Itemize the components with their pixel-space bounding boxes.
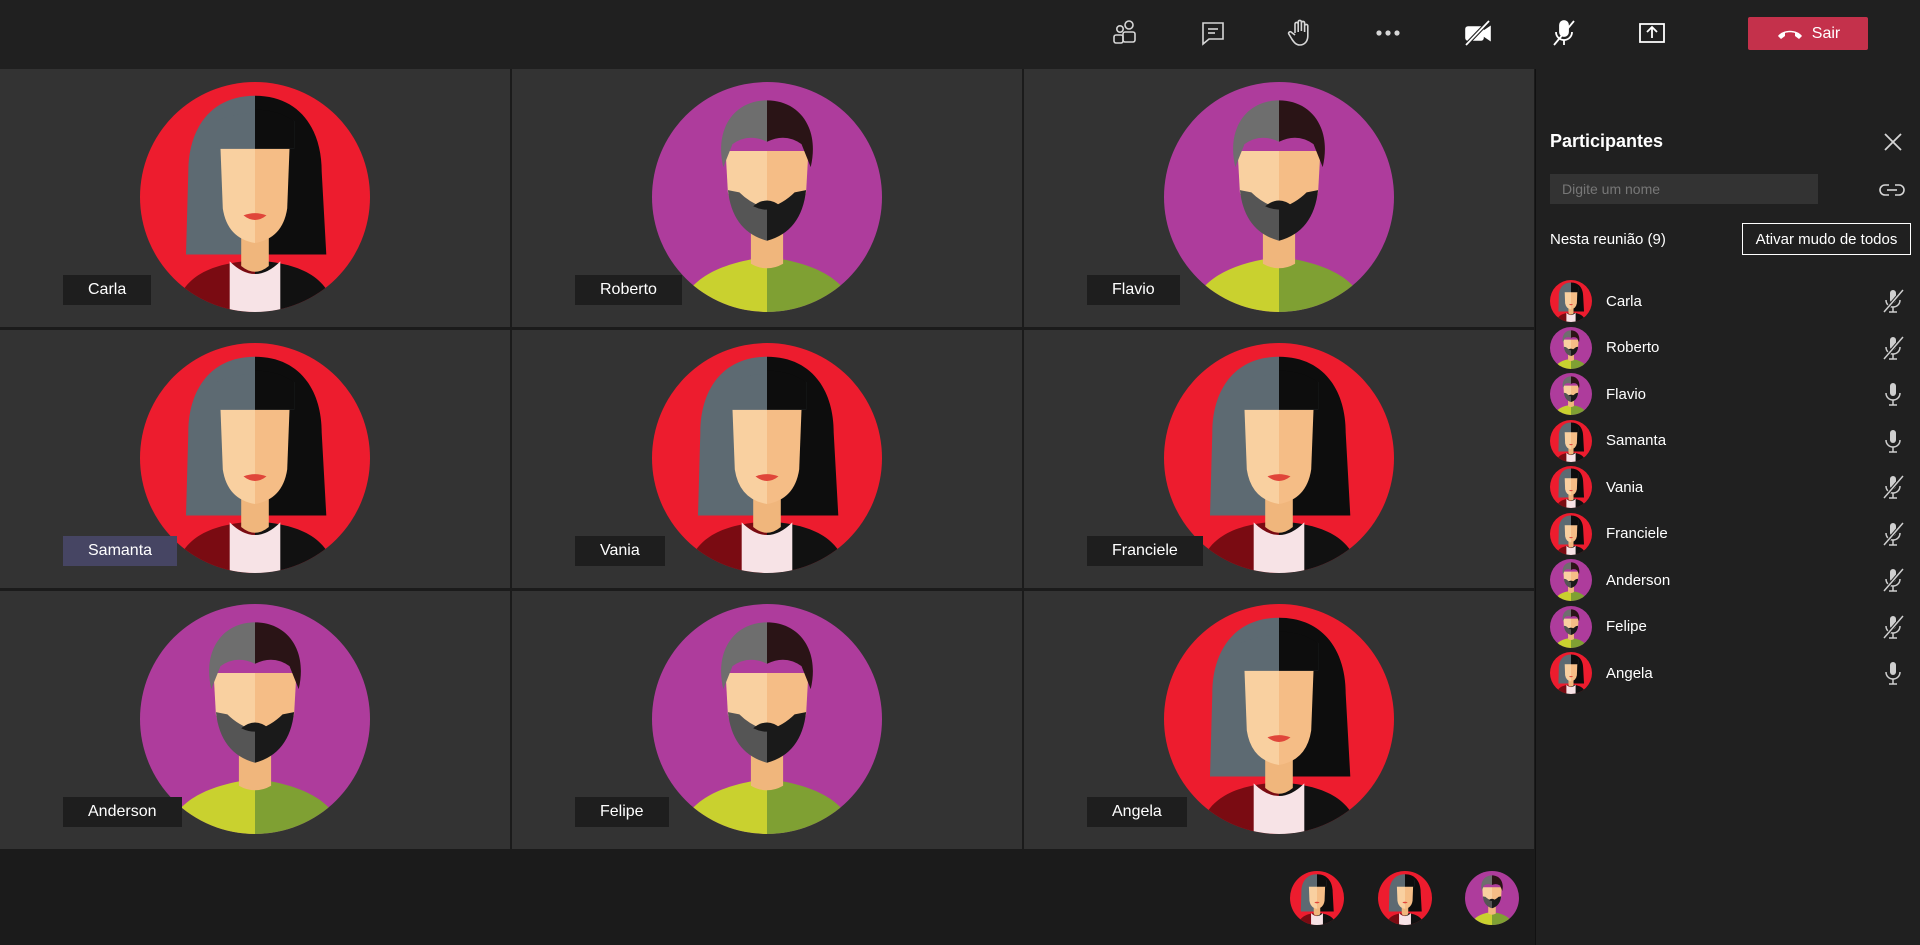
- mic-muted-icon[interactable]: [1879, 287, 1907, 315]
- avatar: [1550, 373, 1592, 416]
- participant-name: Samanta: [1606, 432, 1667, 450]
- participant-row[interactable]: Samanta: [1536, 418, 1920, 465]
- chat-icon[interactable]: [1193, 13, 1233, 53]
- avatar: [652, 343, 882, 573]
- participant-name-tag: Angela: [1087, 797, 1187, 827]
- leave-button-label: Sair: [1811, 24, 1841, 42]
- participants-icon[interactable]: [1105, 13, 1145, 53]
- participant-list: Carla Roberto Flavio Samanta Vania Franc…: [1536, 278, 1920, 697]
- participant-search-input[interactable]: [1550, 174, 1818, 204]
- close-icon[interactable]: [1880, 129, 1906, 155]
- video-tile[interactable]: Franciele: [1024, 330, 1534, 588]
- participant-name-tag: Flavio: [1087, 275, 1180, 305]
- participant-name-tag: Felipe: [575, 797, 669, 827]
- avatar: [652, 604, 882, 834]
- participant-name: Roberto: [1606, 339, 1660, 357]
- share-screen-icon[interactable]: [1632, 13, 1672, 53]
- strip-avatar[interactable]: [1465, 871, 1519, 925]
- raise-hand-icon[interactable]: [1280, 13, 1320, 53]
- participant-name: Felipe: [1606, 618, 1647, 636]
- video-tile[interactable]: Vania: [512, 330, 1022, 588]
- video-grid: Carla Roberto Flavio Samanta Vania Franc…: [0, 69, 1535, 849]
- avatar: [1550, 605, 1592, 648]
- strip-avatar[interactable]: [1378, 871, 1432, 925]
- panel-title: Participantes: [1550, 131, 1664, 151]
- mic-muted-icon[interactable]: [1879, 566, 1907, 594]
- participant-row[interactable]: Angela: [1536, 650, 1920, 697]
- avatar: [1550, 326, 1592, 369]
- avatar: [652, 82, 882, 312]
- mic-off-icon[interactable]: [1544, 13, 1584, 53]
- avatar: [1164, 604, 1394, 834]
- participant-row[interactable]: Franciele: [1536, 511, 1920, 558]
- video-tile[interactable]: Anderson: [0, 591, 510, 849]
- mic-muted-icon[interactable]: [1879, 334, 1907, 362]
- leave-button[interactable]: Sair: [1748, 17, 1868, 50]
- invite-link-icon[interactable]: [1878, 177, 1906, 201]
- participant-name: Vania: [1606, 478, 1644, 496]
- overflow-participants-strip: [0, 849, 1535, 945]
- avatar: [1164, 82, 1394, 312]
- participant-name-tag: Anderson: [63, 797, 182, 827]
- meeting-count-label: Nesta reunião (9): [1550, 231, 1666, 248]
- avatar: [1550, 559, 1592, 602]
- participant-name-tag: Vania: [575, 536, 665, 566]
- participant-name-tag: Roberto: [575, 275, 682, 305]
- participant-row[interactable]: Carla: [1536, 278, 1920, 325]
- participant-name-tag: Franciele: [1087, 536, 1203, 566]
- video-tile[interactable]: Angela: [1024, 591, 1534, 849]
- mic-icon[interactable]: [1879, 380, 1907, 408]
- avatar: [1550, 466, 1592, 509]
- avatar: [1550, 652, 1592, 695]
- mute-all-button[interactable]: Ativar mudo de todos: [1742, 223, 1911, 255]
- mic-muted-icon[interactable]: [1879, 473, 1907, 501]
- participant-name: Flavio: [1606, 385, 1647, 403]
- participant-name: Anderson: [1606, 571, 1671, 589]
- mic-muted-icon[interactable]: [1879, 613, 1907, 641]
- avatar: [1550, 512, 1592, 555]
- participant-name-tag: Samanta: [63, 536, 178, 566]
- more-options-icon[interactable]: [1368, 13, 1408, 53]
- strip-avatar[interactable]: [1290, 871, 1344, 925]
- mic-icon[interactable]: [1879, 659, 1907, 687]
- mic-icon[interactable]: [1879, 427, 1907, 455]
- meeting-toolbar: Sair: [0, 0, 1920, 69]
- participant-row[interactable]: Vania: [1536, 464, 1920, 511]
- avatar: [140, 82, 370, 312]
- participants-panel: Participantes Nesta reunião (9) Ativar m…: [1535, 69, 1920, 945]
- participant-row[interactable]: Roberto: [1536, 325, 1920, 372]
- participant-row[interactable]: Anderson: [1536, 557, 1920, 604]
- participant-name: Angela: [1606, 664, 1653, 682]
- participant-name: Carla: [1606, 292, 1642, 310]
- mic-muted-icon[interactable]: [1879, 520, 1907, 548]
- video-tile[interactable]: Flavio: [1024, 69, 1534, 327]
- video-tile[interactable]: Roberto: [512, 69, 1022, 327]
- participant-name-tag: Carla: [63, 275, 152, 305]
- hang-up-icon: [1777, 30, 1802, 39]
- participant-row[interactable]: Felipe: [1536, 604, 1920, 651]
- avatar: [1550, 419, 1592, 462]
- participant-name: Franciele: [1606, 525, 1668, 543]
- camera-off-icon[interactable]: [1458, 13, 1498, 53]
- participant-row[interactable]: Flavio: [1536, 371, 1920, 418]
- video-tile[interactable]: Carla: [0, 69, 510, 327]
- video-tile[interactable]: Felipe: [512, 591, 1022, 849]
- video-tile[interactable]: Samanta: [0, 330, 510, 588]
- avatar: [1550, 280, 1592, 323]
